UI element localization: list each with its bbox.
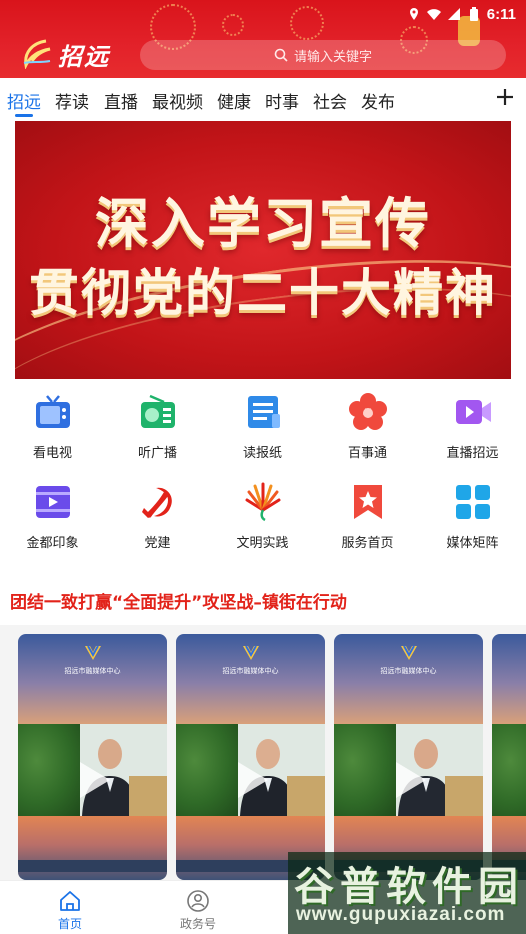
headline-link[interactable]: 团结一致打赢“全面提升”攻坚战–镇街在行动: [10, 588, 347, 613]
gov-account-icon: [187, 890, 209, 912]
shelf-decoration: [129, 776, 167, 816]
wifi-icon: [426, 9, 441, 20]
tab-zhaoyuan[interactable]: 招远: [7, 88, 41, 113]
city-skyline: [18, 860, 167, 872]
nav-label: 首页: [57, 917, 82, 931]
search-input[interactable]: 请输入关键字: [140, 40, 506, 70]
video-thumbnail-sunset: [18, 816, 167, 880]
watermark-url: www.gupuxiazai.com: [296, 904, 506, 925]
shelf-decoration: [287, 776, 325, 816]
logo-mark-icon: [23, 39, 51, 69]
nav-gov-account[interactable]: 政务号: [163, 889, 233, 932]
grid-icon: [455, 485, 490, 519]
search-placeholder: 请输入关键字: [293, 49, 372, 65]
grid-label: 读报纸: [242, 446, 282, 461]
play-icon[interactable]: [78, 760, 112, 800]
media-center-logo-icon: [85, 645, 101, 660]
tab-release[interactable]: 发布: [361, 88, 395, 113]
play-icon[interactable]: [236, 760, 270, 800]
grid-label: 媒体矩阵: [446, 536, 499, 551]
film-icon: [35, 486, 70, 518]
tab-live[interactable]: 直播: [104, 88, 138, 113]
signal-icon: [447, 8, 460, 20]
plant-decoration: [176, 724, 238, 816]
plant-decoration: [334, 724, 396, 816]
grid-label: 直播招远: [446, 446, 499, 461]
tv-icon: [35, 395, 70, 428]
video-card[interactable]: [492, 634, 526, 880]
channel-tabs: 招远 荐读 直播 最视频 健康 时事 社会 发布: [0, 80, 526, 120]
bookmark-star-icon: [353, 485, 382, 519]
bottom-navigation: 首页 政务号: [0, 880, 288, 934]
tab-videos[interactable]: 最视频: [152, 88, 203, 113]
add-channel-button[interactable]: [494, 86, 516, 108]
home-icon: [60, 891, 80, 911]
video-thumbnail-sky: [492, 634, 526, 724]
grid-label: 文明实践: [236, 536, 289, 551]
header: 6:11 招远 请输入关键字: [0, 0, 526, 78]
firework-decoration: [222, 14, 244, 36]
video-thumbnail-scene: [492, 724, 526, 816]
grid-label: 党建: [144, 536, 171, 551]
video-card-caption: 招远市融媒体中心: [64, 667, 121, 675]
plant-decoration: [492, 724, 526, 816]
grid-item-media-matrix[interactable]: 媒体矩阵: [420, 482, 525, 562]
tab-health[interactable]: 健康: [217, 88, 251, 113]
video-card[interactable]: 招远市融媒体中心: [18, 634, 167, 880]
watermark: 谷普软件园 www.gupuxiazai.com: [288, 852, 526, 934]
grid-item-baishitong[interactable]: 百事通: [315, 392, 420, 472]
media-center-logo-icon: [243, 645, 259, 660]
location-icon: [409, 8, 418, 20]
tab-current-affairs[interactable]: 时事: [265, 88, 299, 113]
firework-decoration: [290, 6, 324, 40]
video-card-caption: 招远市融媒体中心: [222, 667, 279, 675]
banner-title-line1: 深入学习宣传: [95, 192, 431, 255]
tab-recommended[interactable]: 荐读: [55, 88, 89, 113]
grid-item-live-zhaoyuan[interactable]: 直播招远: [420, 392, 525, 472]
media-center-logo-icon: [401, 645, 417, 660]
grid-item-newspaper[interactable]: 读报纸: [210, 392, 315, 472]
shelf-decoration: [445, 776, 483, 816]
newspaper-icon: [247, 396, 280, 428]
grid-label: 看电视: [32, 446, 72, 461]
party-emblem-icon: [141, 487, 172, 518]
grid-label: 百事通: [347, 446, 387, 461]
active-tab-indicator: [15, 114, 33, 117]
nav-home[interactable]: 首页: [35, 889, 105, 932]
video-card-caption: 招远市融媒体中心: [380, 667, 437, 675]
video-list: 招远市融媒体中心 招远市融媒体中心 招远市融媒体中心: [0, 625, 526, 880]
tab-society[interactable]: 社会: [313, 88, 347, 113]
nav-label: 政务号: [179, 917, 216, 931]
grid-item-service-home[interactable]: 服务首页: [315, 482, 420, 562]
video-card[interactable]: 招远市融媒体中心: [176, 634, 325, 880]
video-camera-icon: [455, 400, 491, 424]
app-logo: 招远: [20, 36, 110, 72]
grid-label: 服务首页: [341, 536, 394, 551]
grid-item-jindu-impression[interactable]: 金都印象: [0, 482, 105, 562]
banner-carousel[interactable]: 深入学习宣传 贯彻党的二十大精神: [15, 121, 511, 379]
search-icon: [274, 48, 288, 62]
flower-icon: [348, 393, 387, 430]
app-screen: 6:11 招远 请输入关键字 招远 荐读 直播 最视频 健康 时事 社会 发布: [0, 0, 526, 934]
grid-item-party-building[interactable]: 党建: [105, 482, 210, 562]
battery-icon: [469, 7, 478, 21]
status-bar: 6:11: [407, 4, 516, 24]
grid-item-civilization-practice[interactable]: 文明实践: [210, 482, 315, 562]
banner-title-line2: 贯彻党的二十大精神: [29, 264, 497, 322]
fan-icon: [245, 482, 280, 522]
grid-item-watch-tv[interactable]: 看电视: [0, 392, 105, 472]
grid-label: 金都印象: [26, 536, 79, 551]
video-card[interactable]: 招远市融媒体中心: [334, 634, 483, 880]
radio-icon: [140, 394, 175, 428]
grid-item-radio[interactable]: 听广播: [105, 392, 210, 472]
status-time: 6:11: [486, 5, 516, 23]
feature-grid: 看电视 听广播 读报纸 百事通 直播招远 金都印象 党建 文明实践 服务首页 媒…: [0, 392, 526, 562]
plant-decoration: [18, 724, 80, 816]
play-icon[interactable]: [394, 760, 428, 800]
grid-label: 听广播: [137, 446, 177, 461]
logo-text: 招远: [58, 41, 110, 71]
